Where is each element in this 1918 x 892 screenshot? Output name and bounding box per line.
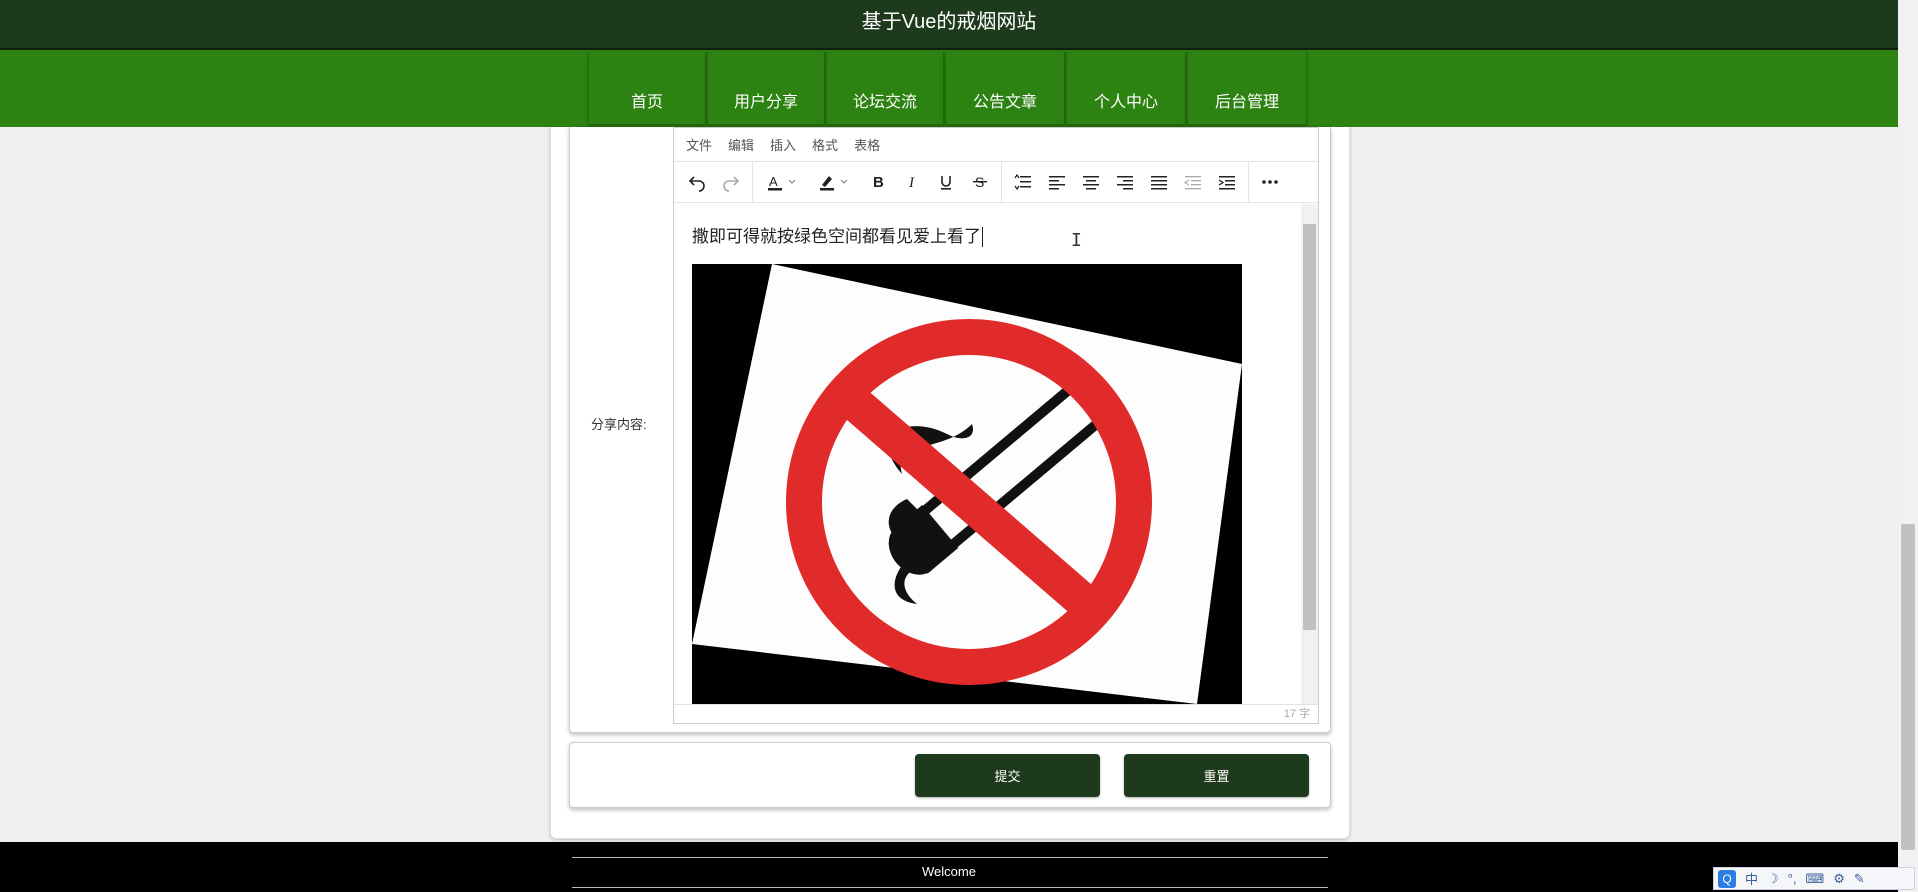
highlight-icon[interactable] [809, 165, 861, 199]
rich-text-editor: 文件 编辑 插入 格式 表格 A B I S 撒即可得就按绿色空间都看见爱上看了… [673, 127, 1319, 724]
share-content-label: 分享内容: [591, 417, 647, 432]
no-smoking-image[interactable] [692, 264, 1242, 704]
nav-item-admin[interactable]: 后台管理 [1187, 52, 1307, 124]
ibeam-cursor-icon: I [1071, 230, 1082, 251]
align-left-icon[interactable] [1040, 165, 1074, 199]
menu-insert[interactable]: 插入 [770, 135, 796, 154]
no-smoking-sign-icon [692, 264, 1242, 704]
footer-welcome: Welcome [922, 864, 976, 879]
site-header: 基于Vue的戒烟网站 [0, 0, 1898, 50]
more-icon[interactable] [1253, 165, 1287, 199]
strikethrough-icon[interactable]: S [963, 165, 997, 199]
indent-icon[interactable] [1210, 165, 1244, 199]
svg-text:B: B [873, 174, 884, 191]
submit-button[interactable]: 提交 [915, 754, 1100, 797]
menu-table[interactable]: 表格 [854, 135, 880, 154]
word-count: 17 字 [1283, 708, 1310, 720]
nav-item-user-share[interactable]: 用户分享 [707, 52, 825, 124]
moon-icon[interactable]: ☽ [1767, 871, 1779, 887]
reset-button[interactable]: 重置 [1124, 754, 1309, 797]
toolbar-separator [1001, 161, 1002, 203]
editor-content-area[interactable]: 撒即可得就按绿色空间都看见爱上看了 [674, 204, 1301, 704]
nav-item-announcements[interactable]: 公告文章 [945, 52, 1065, 124]
nav-item-personal-center[interactable]: 个人中心 [1066, 52, 1186, 124]
editor-statusbar: 17 字 [674, 704, 1318, 724]
italic-icon[interactable]: I [895, 165, 929, 199]
ime-logo-icon[interactable]: Q [1718, 869, 1736, 888]
punctuation-icon[interactable]: °, [1788, 871, 1797, 886]
settings-icon[interactable]: ⚙ [1833, 871, 1845, 887]
toolbar-separator [752, 161, 753, 203]
svg-text:I: I [908, 175, 915, 191]
page-scrollbar-thumb[interactable] [1901, 524, 1915, 850]
editor-menubar: 文件 编辑 插入 格式 表格 [674, 128, 1318, 161]
wrench-icon[interactable]: ✎ [1854, 871, 1865, 887]
svg-text:A: A [769, 174, 778, 189]
bold-icon[interactable]: B [861, 165, 895, 199]
line-height-icon[interactable] [1006, 165, 1040, 199]
ime-toolbar[interactable]: Q 中 ☽ °, ⌨ ⚙ ✎ [1713, 867, 1915, 890]
justify-icon[interactable] [1142, 165, 1176, 199]
editor-scrollbar-thumb[interactable] [1303, 224, 1316, 630]
menu-edit[interactable]: 编辑 [728, 135, 754, 154]
text-caret [982, 227, 983, 247]
underline-icon[interactable] [929, 165, 963, 199]
footer-divider [572, 887, 1328, 888]
site-title: 基于Vue的戒烟网站 [861, 11, 1037, 33]
nav-item-home[interactable]: 首页 [588, 52, 706, 124]
toolbar-separator [1248, 161, 1249, 203]
menu-format[interactable]: 格式 [812, 135, 838, 154]
align-right-icon[interactable] [1108, 165, 1142, 199]
ime-mode[interactable]: 中 [1745, 869, 1758, 888]
keyboard-icon[interactable]: ⌨ [1805, 871, 1824, 887]
editor-toolbar: A B I S [674, 161, 1318, 203]
nav-item-forum[interactable]: 论坛交流 [826, 52, 944, 124]
editor-content-text[interactable]: 撒即可得就按绿色空间都看见爱上看了 [692, 222, 983, 247]
undo-icon[interactable] [680, 165, 714, 199]
outdent-icon[interactable] [1176, 165, 1210, 199]
footer-divider [572, 857, 1328, 858]
menu-file[interactable]: 文件 [686, 135, 712, 154]
redo-icon[interactable] [714, 165, 748, 199]
main-nav: 首页 用户分享 论坛交流 公告文章 个人中心 后台管理 [0, 50, 1898, 127]
align-center-icon[interactable] [1074, 165, 1108, 199]
text-color-icon[interactable]: A [757, 165, 809, 199]
